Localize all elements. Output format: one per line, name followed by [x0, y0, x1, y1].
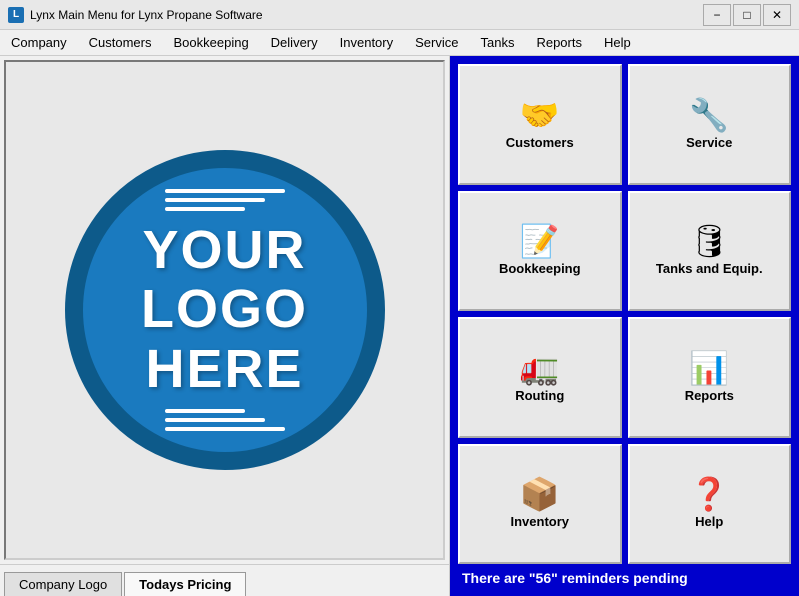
- grid-button-service[interactable]: 🔧 Service: [628, 64, 792, 185]
- menu-bar: CompanyCustomersBookkeepingDeliveryInven…: [0, 30, 799, 56]
- logo-decoration-top: [165, 189, 285, 211]
- reminders-bar: There are "56" reminders pending: [458, 564, 791, 588]
- menu-item-delivery[interactable]: Delivery: [260, 30, 329, 55]
- reports-icon: 📊: [689, 352, 729, 384]
- bookkeeping-label: Bookkeeping: [499, 261, 581, 276]
- logo-text: YOUR LOGO HERE: [141, 221, 308, 399]
- grid-button-customers[interactable]: 🤝 Customers: [458, 64, 622, 185]
- tanks-icon: 🛢: [689, 225, 730, 257]
- customers-icon: 🤝: [520, 99, 560, 131]
- menu-item-company[interactable]: Company: [0, 30, 78, 55]
- bookkeeping-icon: 📝: [520, 225, 560, 257]
- menu-item-customers[interactable]: Customers: [78, 30, 163, 55]
- routing-label: Routing: [515, 388, 564, 403]
- menu-item-service[interactable]: Service: [404, 30, 469, 55]
- service-label: Service: [686, 135, 732, 150]
- logo-area: YOUR LOGO HERE: [4, 60, 445, 560]
- logo-line: [165, 198, 265, 202]
- grid-button-inventory[interactable]: 📦 Inventory: [458, 444, 622, 565]
- title-bar: L Lynx Main Menu for Lynx Propane Softwa…: [0, 0, 799, 30]
- service-icon: 🔧: [689, 99, 729, 131]
- grid-button-tanks[interactable]: 🛢 Tanks and Equip.: [628, 191, 792, 312]
- logo-decoration-bottom: [165, 409, 285, 431]
- reports-label: Reports: [685, 388, 734, 403]
- grid-button-help[interactable]: ❓ Help: [628, 444, 792, 565]
- window-controls: − □ ✕: [703, 4, 791, 26]
- minimize-button[interactable]: −: [703, 4, 731, 26]
- inventory-label: Inventory: [510, 514, 569, 529]
- inventory-icon: 📦: [520, 478, 560, 510]
- menu-item-inventory[interactable]: Inventory: [329, 30, 404, 55]
- menu-item-help[interactable]: Help: [593, 30, 642, 55]
- help-label: Help: [695, 514, 723, 529]
- grid-button-bookkeeping[interactable]: 📝 Bookkeeping: [458, 191, 622, 312]
- logo-line: [165, 207, 245, 211]
- menu-item-tanks[interactable]: Tanks: [469, 30, 525, 55]
- window-title: Lynx Main Menu for Lynx Propane Software: [30, 8, 703, 22]
- logo-line: [165, 418, 265, 422]
- menu-item-bookkeeping[interactable]: Bookkeeping: [163, 30, 260, 55]
- close-button[interactable]: ✕: [763, 4, 791, 26]
- tab-todays-pricing[interactable]: Todays Pricing: [124, 572, 246, 596]
- logo-line: [165, 189, 285, 193]
- logo-line: [165, 427, 285, 431]
- grid-buttons: 🤝 Customers 🔧 Service 📝 Bookkeeping 🛢 Tanks and…: [458, 64, 791, 564]
- app-icon: L: [8, 7, 24, 23]
- customers-label: Customers: [506, 135, 574, 150]
- maximize-button[interactable]: □: [733, 4, 761, 26]
- logo-circle: YOUR LOGO HERE: [65, 150, 385, 470]
- right-panel: 🤝 Customers 🔧 Service 📝 Bookkeeping 🛢 Tanks and…: [450, 56, 799, 596]
- bottom-tabs: Company LogoTodays Pricing: [0, 564, 449, 596]
- logo-line: [165, 409, 245, 413]
- help-icon: ❓: [689, 478, 729, 510]
- main-layout: YOUR LOGO HERE Company LogoTodays Pricin…: [0, 56, 799, 596]
- left-panel: YOUR LOGO HERE Company LogoTodays Pricin…: [0, 56, 450, 596]
- routing-icon: 🚛: [520, 352, 560, 384]
- tanks-label: Tanks and Equip.: [656, 261, 763, 276]
- menu-item-reports[interactable]: Reports: [525, 30, 593, 55]
- grid-button-routing[interactable]: 🚛 Routing: [458, 317, 622, 438]
- tab-company-logo[interactable]: Company Logo: [4, 572, 122, 596]
- grid-button-reports[interactable]: 📊 Reports: [628, 317, 792, 438]
